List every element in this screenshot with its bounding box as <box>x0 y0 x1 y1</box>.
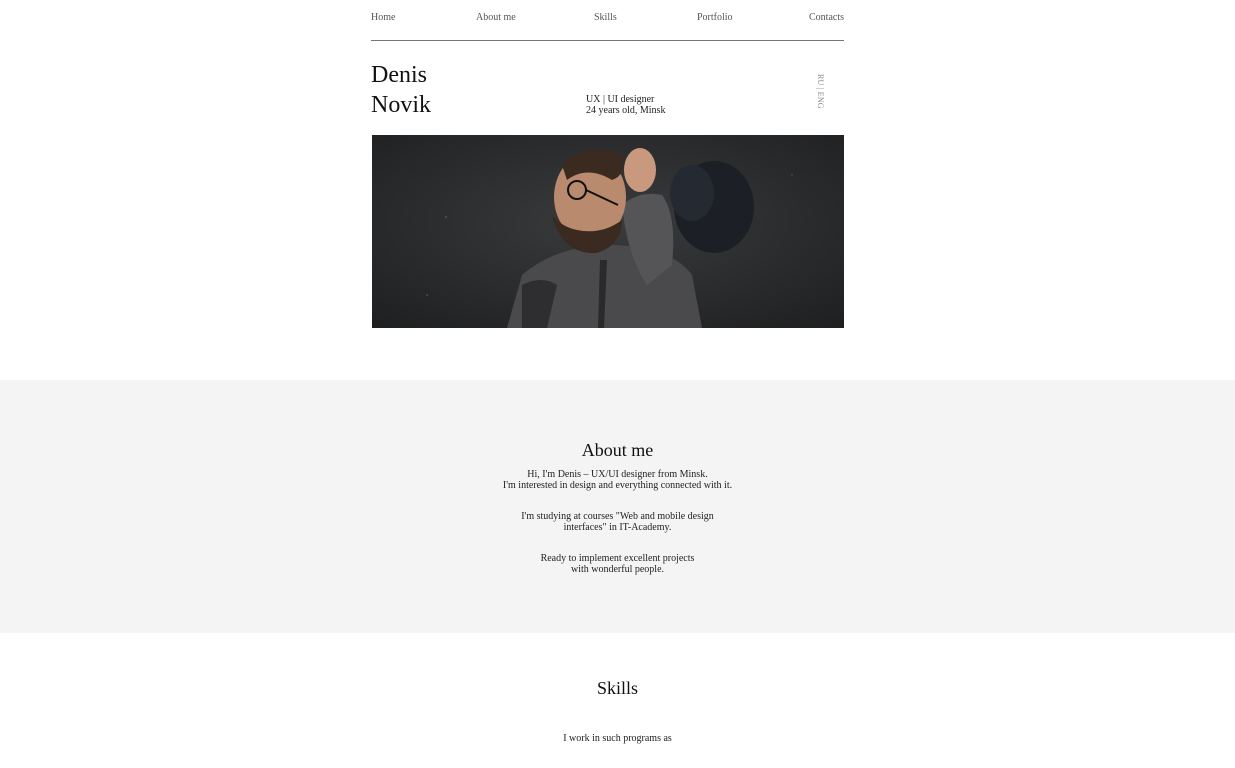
skills-intro-text: I work in such programs as <box>563 733 672 744</box>
hero-name: Denis Novik <box>371 60 431 120</box>
lang-ru-button[interactable]: RU <box>816 74 825 86</box>
portrait-photo-illustration <box>372 135 844 328</box>
top-navigation: Home About me Skills Portfolio Contacts <box>371 0 844 41</box>
lang-separator: | <box>816 87 825 90</box>
age-location-text: 24 years old, Minsk <box>586 105 666 116</box>
about-title: About me <box>581 440 654 460</box>
about-section: About me Hi, I'm Denis – UX/UI designer … <box>0 380 1235 633</box>
about-paragraph-3: Ready to implement excellent projects wi… <box>0 553 1235 575</box>
about-p1-line2: I'm interested in design and everything … <box>502 480 733 491</box>
about-p3-line2: with wonderful people. <box>570 564 665 575</box>
nav-portfolio-link[interactable]: Portfolio <box>697 12 733 23</box>
lang-eng-button[interactable]: ENG <box>816 92 825 109</box>
nav-skills-link[interactable]: Skills <box>594 12 617 23</box>
role-text: UX | UI designer <box>586 94 655 105</box>
first-name: Denis <box>371 62 427 88</box>
about-p2-line1: I'm studying at courses "Web and mobile … <box>521 511 714 522</box>
about-p2-line2: interfaces" in IT-Academy. <box>563 522 672 533</box>
hero-subtitle: UX | UI designer 24 years old, Minsk <box>586 94 665 116</box>
language-switcher: RU | ENG <box>816 74 825 109</box>
about-p1-line1: Hi, I'm Denis – UX/UI designer from Mins… <box>527 469 708 480</box>
about-paragraph-2: I'm studying at courses "Web and mobile … <box>0 511 1235 533</box>
about-paragraph-1: Hi, I'm Denis – UX/UI designer from Mins… <box>0 469 1235 491</box>
nav-contacts-link[interactable]: Contacts <box>809 12 844 23</box>
about-p3-line1: Ready to implement excellent projects <box>540 553 695 564</box>
last-name: Novik <box>371 92 431 118</box>
nav-home-link[interactable]: Home <box>371 12 395 23</box>
skills-title: Skills <box>596 678 639 698</box>
hero-photo <box>372 135 844 328</box>
nav-about-link[interactable]: About me <box>476 12 516 23</box>
